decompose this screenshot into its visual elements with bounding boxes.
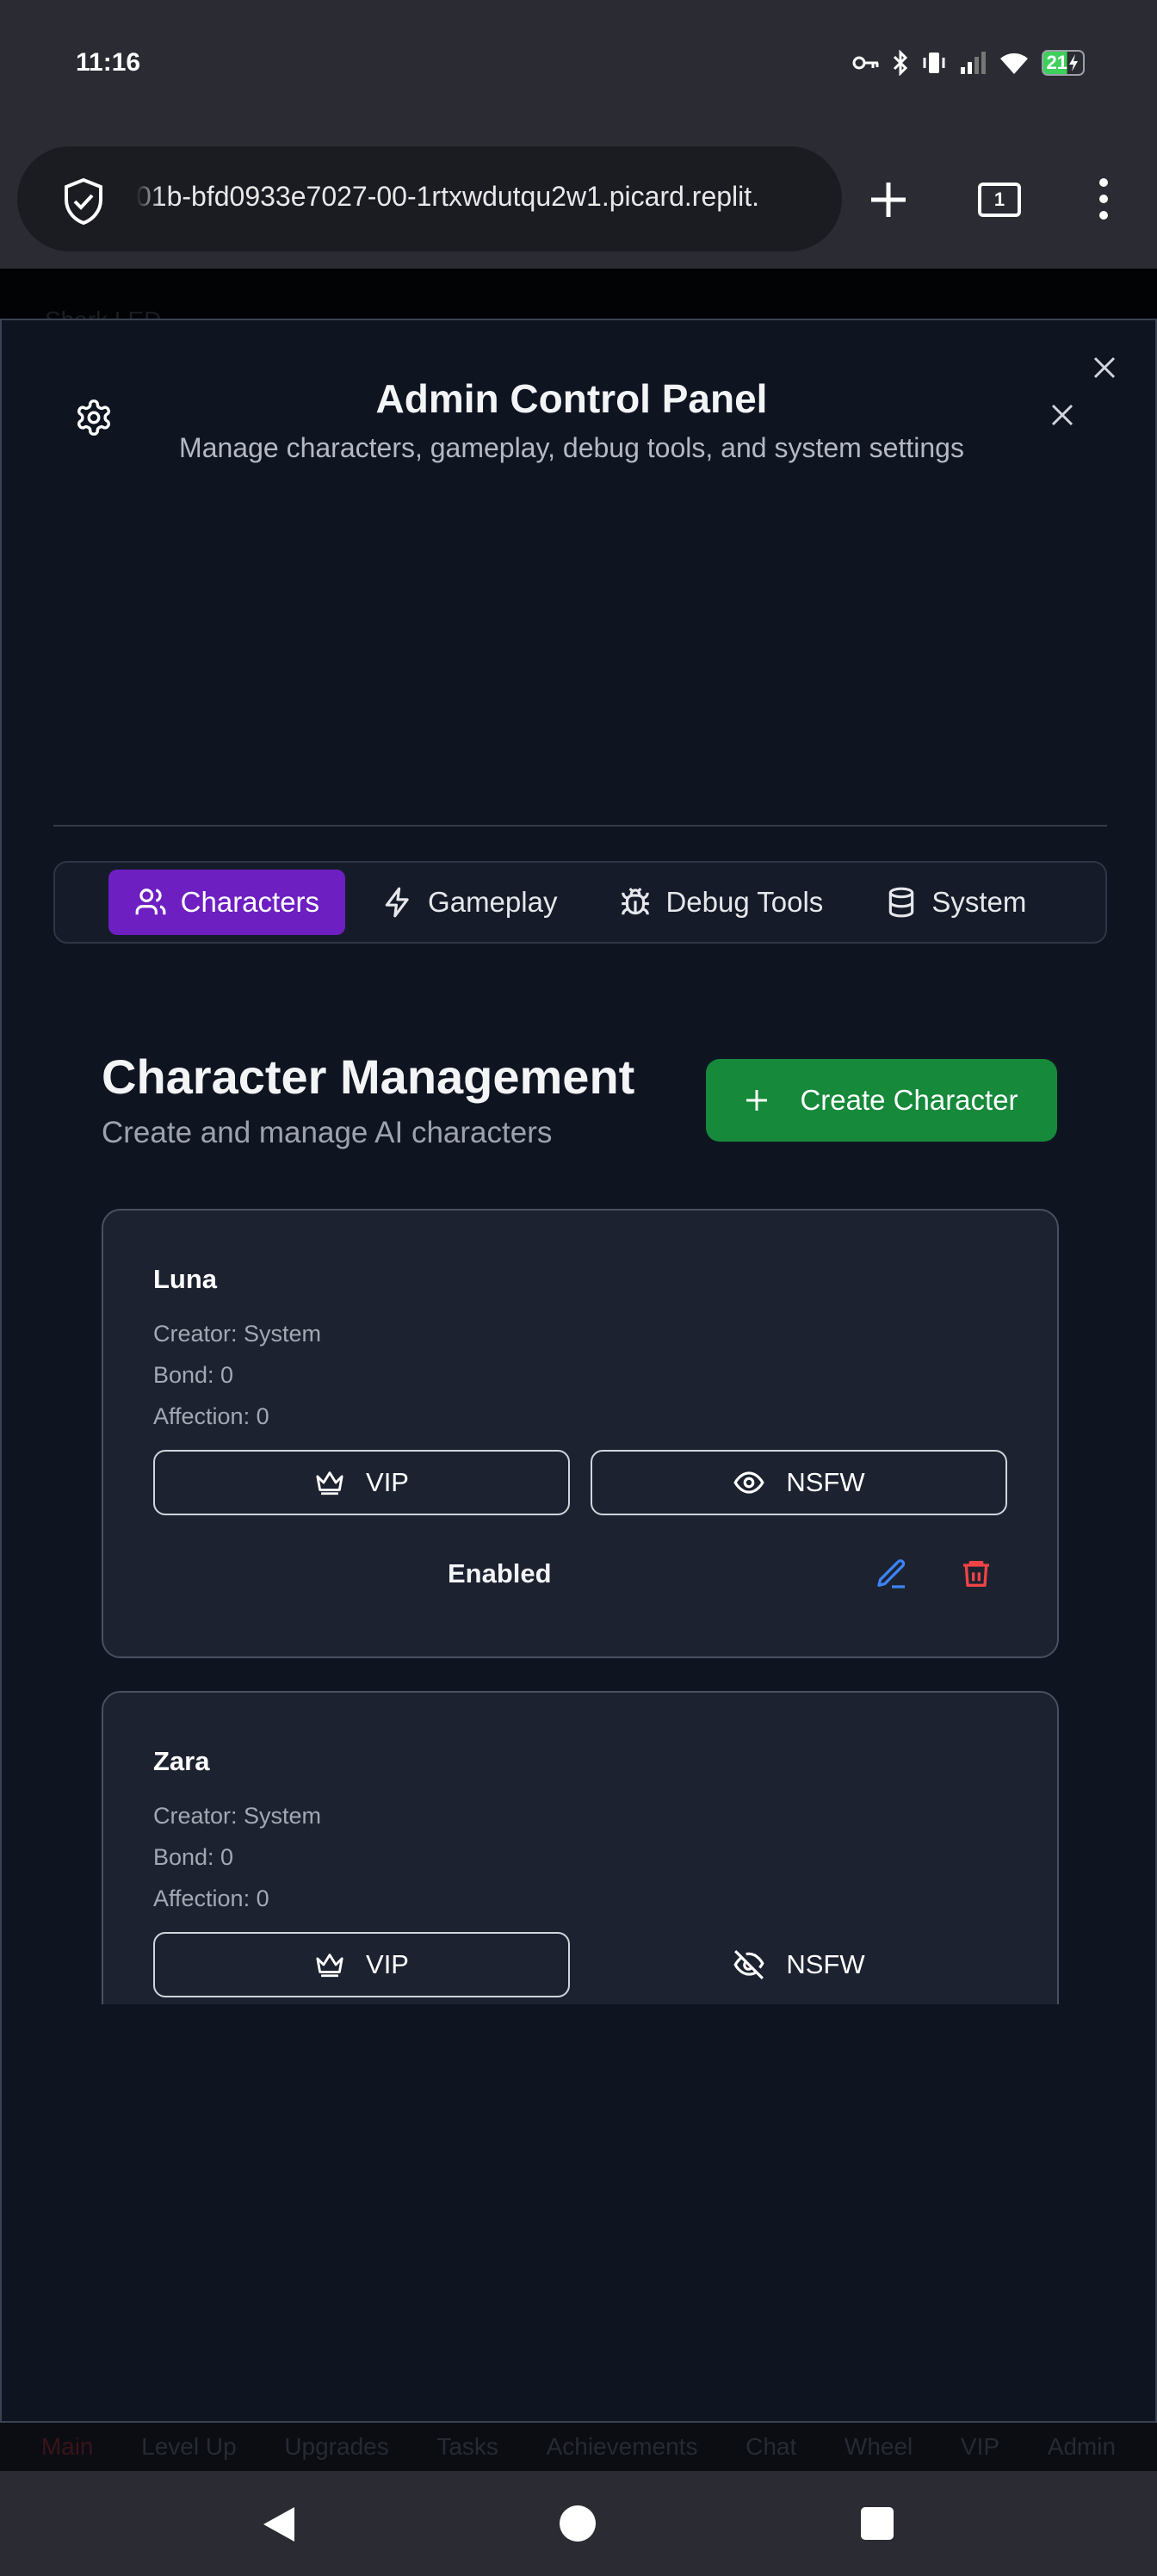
nav-main: Main bbox=[40, 2433, 94, 2460]
tab-system[interactable]: System bbox=[859, 870, 1052, 935]
tab-label: Gameplay bbox=[428, 886, 558, 918]
battery-icon: 21 bbox=[1041, 50, 1085, 76]
url-text[interactable]: 01b-bfd0933e7027-00-1rtxwdutqu2w1.picard… bbox=[136, 181, 842, 213]
character-status: Enabled bbox=[448, 1558, 552, 1588]
status-bar: 11:16 21 bbox=[0, 0, 1157, 136]
tab-gameplay[interactable]: Gameplay bbox=[356, 870, 583, 935]
divider bbox=[53, 825, 1107, 827]
vip-toggle-button[interactable]: VIP bbox=[153, 1932, 570, 1997]
nsfw-label: NSFW bbox=[786, 1949, 865, 1979]
nav-admin: Admin bbox=[1047, 2433, 1117, 2460]
nsfw-toggle-button[interactable]: NSFW bbox=[591, 1450, 1007, 1515]
character-card: Luna Creator: System Bond: 0 Affection: … bbox=[102, 1209, 1059, 1658]
section-subtitle: Create and manage AI characters bbox=[102, 1116, 553, 1149]
character-bond: Bond: 0 bbox=[153, 1362, 234, 1388]
browser-toolbar: 01b-bfd0933e7027-00-1rtxwdutqu2w1.picard… bbox=[0, 136, 1157, 269]
section-title: Character Management bbox=[102, 1050, 635, 1104]
tab-label: Characters bbox=[180, 886, 320, 918]
database-icon bbox=[889, 887, 914, 918]
recents-icon[interactable] bbox=[861, 2507, 894, 2540]
character-creator: Creator: System bbox=[153, 1803, 322, 1829]
character-name: Zara bbox=[153, 1746, 210, 1776]
trash-icon[interactable] bbox=[959, 1557, 993, 1591]
nav-wheel: Wheel bbox=[844, 2433, 913, 2460]
character-creator: Creator: System bbox=[153, 1321, 322, 1347]
create-character-label: Create Character bbox=[800, 1084, 1018, 1116]
charging-icon bbox=[1069, 54, 1078, 71]
modal-subtitle: Manage characters, gameplay, debug tools… bbox=[179, 432, 964, 463]
character-name: Luna bbox=[153, 1264, 218, 1294]
character-list[interactable]: Luna Creator: System Bond: 0 Affection: … bbox=[102, 1209, 1059, 2004]
back-icon[interactable] bbox=[262, 2505, 296, 2543]
battery-level: 21 bbox=[1046, 52, 1067, 73]
create-character-button[interactable]: Create Character bbox=[706, 1059, 1057, 1142]
bluetooth-icon bbox=[893, 50, 907, 76]
tab-characters[interactable]: Characters bbox=[108, 870, 346, 935]
tab-debug-tools[interactable]: Debug Tools bbox=[593, 870, 849, 935]
character-affection: Affection: 0 bbox=[153, 1886, 269, 1911]
bug-icon bbox=[622, 888, 650, 915]
edit-icon[interactable] bbox=[875, 1557, 909, 1591]
nav-achievements: Achievements bbox=[546, 2433, 698, 2460]
zap-icon bbox=[385, 887, 409, 918]
system-nav-bar bbox=[0, 2471, 1157, 2576]
character-bond: Bond: 0 bbox=[153, 1844, 234, 1870]
app-bottom-nav: Main Level Up Upgrades Tasks Achievement… bbox=[0, 2423, 1157, 2471]
character-card: Zara Creator: System Bond: 0 Affection: … bbox=[102, 1691, 1059, 2004]
nsfw-toggle-button[interactable]: NSFW bbox=[591, 1932, 1007, 1997]
nav-upgrades: Upgrades bbox=[284, 2433, 389, 2460]
modal-title: Admin Control Panel bbox=[375, 376, 768, 421]
new-tab-icon[interactable] bbox=[868, 179, 909, 220]
status-time: 11:16 bbox=[76, 48, 141, 77]
signal-icon bbox=[960, 52, 986, 74]
crown-icon bbox=[316, 1471, 343, 1495]
tab-label: System bbox=[931, 886, 1027, 918]
nav-tasks: Tasks bbox=[436, 2433, 498, 2460]
home-icon[interactable] bbox=[560, 2505, 596, 2542]
vip-toggle-button[interactable]: VIP bbox=[153, 1450, 570, 1515]
vip-label: VIP bbox=[366, 1467, 409, 1497]
wifi-icon bbox=[999, 53, 1028, 74]
admin-tabs: Characters Gameplay Debug Tools System bbox=[53, 861, 1107, 944]
tab-switcher-button[interactable]: 1 bbox=[978, 183, 1021, 217]
url-fade bbox=[136, 181, 162, 215]
eye-off-icon bbox=[733, 1950, 764, 1979]
vibrate-icon bbox=[923, 53, 945, 73]
nav-vip: VIP bbox=[960, 2433, 1000, 2460]
key-icon bbox=[852, 56, 879, 70]
plus-icon bbox=[746, 1090, 768, 1111]
nsfw-label: NSFW bbox=[786, 1467, 865, 1497]
character-affection: Affection: 0 bbox=[153, 1403, 269, 1429]
status-icons: 21 bbox=[852, 50, 1085, 76]
more-vert-icon[interactable] bbox=[1095, 177, 1112, 220]
close-icon[interactable] bbox=[1050, 403, 1074, 427]
eye-icon bbox=[733, 1471, 764, 1494]
url-bar[interactable]: 01b-bfd0933e7027-00-1rtxwdutqu2w1.picard… bbox=[17, 146, 842, 251]
shield-check-icon[interactable] bbox=[62, 177, 105, 226]
crown-icon bbox=[316, 1954, 343, 1978]
admin-modal: Admin Control Panel Manage characters, g… bbox=[0, 319, 1157, 2423]
backdrop bbox=[0, 269, 1157, 319]
nav-chat: Chat bbox=[746, 2433, 797, 2460]
users-icon bbox=[135, 889, 166, 915]
vip-label: VIP bbox=[366, 1949, 409, 1979]
nav-level-up: Level Up bbox=[141, 2433, 237, 2460]
tab-label: Debug Tools bbox=[665, 886, 824, 918]
